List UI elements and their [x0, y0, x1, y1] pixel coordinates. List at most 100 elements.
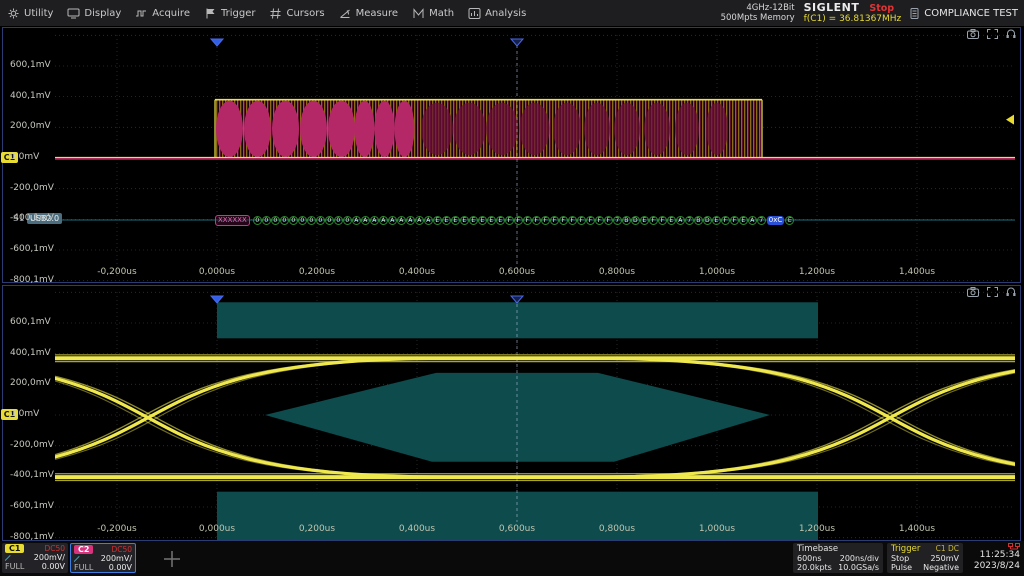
decode-data-token: E — [739, 216, 748, 225]
timebase-delay: 600ns — [797, 554, 822, 563]
decode-data-token: F — [595, 216, 604, 225]
memory-label: 500Mpts Memory — [721, 13, 795, 23]
decode-data-token: A — [748, 216, 757, 225]
status-bar: C1DC50200mV/FULL0.00VC2DC50200mV/FULL0.0… — [0, 541, 1024, 576]
decode-data-token: A — [424, 216, 433, 225]
decode-data-token: 7 — [613, 216, 622, 225]
channel-box-c1[interactable]: C1DC50200mV/FULL0.00V — [2, 543, 68, 573]
decode-data-token: A — [361, 216, 370, 225]
clock-time: 11:25:34 — [980, 550, 1020, 560]
decode-data-token: 0 — [298, 216, 307, 225]
acquire-icon — [135, 7, 148, 20]
decode-data-token: F — [514, 216, 523, 225]
decode-data-token: B — [622, 216, 631, 225]
add-channel-button[interactable] — [163, 550, 181, 568]
decode-data-token: 0 — [307, 216, 316, 225]
trigger-level: 250mV — [930, 554, 959, 563]
channel-box-c2[interactable]: C2DC50200mV/FULL0.00V — [70, 543, 136, 573]
cursors-icon — [269, 7, 282, 20]
decode-data-token: A — [676, 216, 685, 225]
decode-data-token: F — [586, 216, 595, 225]
analysis-icon — [468, 7, 481, 20]
decode-data-token: E — [460, 216, 469, 225]
decode-data-token: E — [667, 216, 676, 225]
decode-data-token: F — [649, 216, 658, 225]
decode-data-token: 0 — [289, 216, 298, 225]
menu-bar: UtilityDisplayAcquireTriggerCursorsMeasu… — [0, 0, 1024, 26]
decode-data-token: 0 — [253, 216, 262, 225]
decode-data-token: E — [478, 216, 487, 225]
decode-data-token: F — [721, 216, 730, 225]
decode-data-token: 0 — [262, 216, 271, 225]
decode-data-token: F — [658, 216, 667, 225]
compliance-test-label: COMPLIANCE TEST — [924, 8, 1018, 19]
menu-item-trigger[interactable]: Trigger — [197, 0, 263, 26]
decode-data-token: F — [505, 216, 514, 225]
decode-data-token: A — [379, 216, 388, 225]
decode-data-token: F — [604, 216, 613, 225]
ramp-icon — [5, 554, 12, 562]
brand-logo: SIGLENT — [804, 3, 860, 13]
bandwidth-label: 4GHz-12Bit — [721, 3, 795, 13]
acquisition-info: 4GHz-12Bit 500Mpts Memory — [721, 3, 795, 23]
datetime-box[interactable]: 11:25:34 2023/8/24 — [966, 543, 1022, 573]
run-state-badge[interactable]: Stop — [869, 4, 894, 14]
trigger-title: Trigger — [891, 544, 920, 554]
decode-data-token: F — [568, 216, 577, 225]
menu-item-math[interactable]: Math — [405, 0, 461, 26]
decode-data-token: E — [712, 216, 721, 225]
timebase-scale: 200ns/div — [840, 554, 879, 563]
ramp-icon — [74, 555, 81, 563]
menu-item-utility[interactable]: Utility — [0, 0, 60, 26]
decode-data-token: 0 — [280, 216, 289, 225]
decode-data-token: A — [415, 216, 424, 225]
display-icon — [67, 7, 80, 20]
decode-data-token: A — [388, 216, 397, 225]
timebase-title: Timebase — [797, 544, 838, 554]
decode-data-token: 7 — [685, 216, 694, 225]
decode-data-token: F — [523, 216, 532, 225]
decode-data-token: F — [559, 216, 568, 225]
decode-data-token: F — [730, 216, 739, 225]
menu-item-display[interactable]: Display — [60, 0, 128, 26]
decode-data-token: E — [451, 216, 460, 225]
decode-data-token: D — [703, 216, 712, 225]
decode-data-token: D — [631, 216, 640, 225]
menu-item-cursors[interactable]: Cursors — [262, 0, 331, 26]
waveform-plot-panel[interactable] — [2, 27, 1021, 283]
decode-data-token: 0 — [343, 216, 352, 225]
flag-icon — [204, 7, 217, 20]
decode-data-token: 0 — [334, 216, 343, 225]
decode-data-token: F — [550, 216, 559, 225]
eye-diagram-panel[interactable] — [2, 285, 1021, 541]
trigger-state: Stop — [891, 554, 909, 563]
decode-data-token: B — [694, 216, 703, 225]
decode-data-token: A — [352, 216, 361, 225]
decode-data-token: A — [397, 216, 406, 225]
clock-date: 2023/8/24 — [974, 561, 1020, 571]
brand-block: SIGLENT Stop f(C1) = 36.81367MHz — [804, 3, 902, 24]
decode-data-token: E — [469, 216, 478, 225]
timebase-box[interactable]: Timebase 600ns 200ns/div 20.0kpts 10.0GS… — [793, 543, 883, 573]
decode-data-token: F — [541, 216, 550, 225]
decode-data-token: 0 — [316, 216, 325, 225]
menu-item-measure[interactable]: Measure — [332, 0, 406, 26]
gear-icon — [7, 7, 20, 20]
oscilloscope-screen: UtilityDisplayAcquireTriggerCursorsMeasu… — [0, 0, 1024, 576]
menu-item-acquire[interactable]: Acquire — [128, 0, 197, 26]
decode-data-token: E — [433, 216, 442, 225]
timebase-points: 20.0kpts — [797, 563, 832, 572]
math-icon — [412, 7, 425, 20]
menu-item-analysis[interactable]: Analysis — [461, 0, 533, 26]
trigger-box[interactable]: Trigger C1 DC Stop 250mV Pulse Negative — [887, 543, 963, 573]
decode-data-token: A — [406, 216, 415, 225]
decode-data-token: F — [532, 216, 541, 225]
compliance-test-button[interactable]: COMPLIANCE TEST — [910, 8, 1018, 19]
decode-data-token: E — [442, 216, 451, 225]
decode-data-token: 0 — [271, 216, 280, 225]
decode-error-token: XXXXXX — [215, 215, 250, 226]
decode-cmd-token: 0xC — [767, 216, 784, 225]
lan-status-icon — [1008, 543, 1020, 550]
frequency-counter: f(C1) = 36.81367MHz — [804, 14, 902, 24]
trigger-type: Pulse — [891, 563, 912, 572]
